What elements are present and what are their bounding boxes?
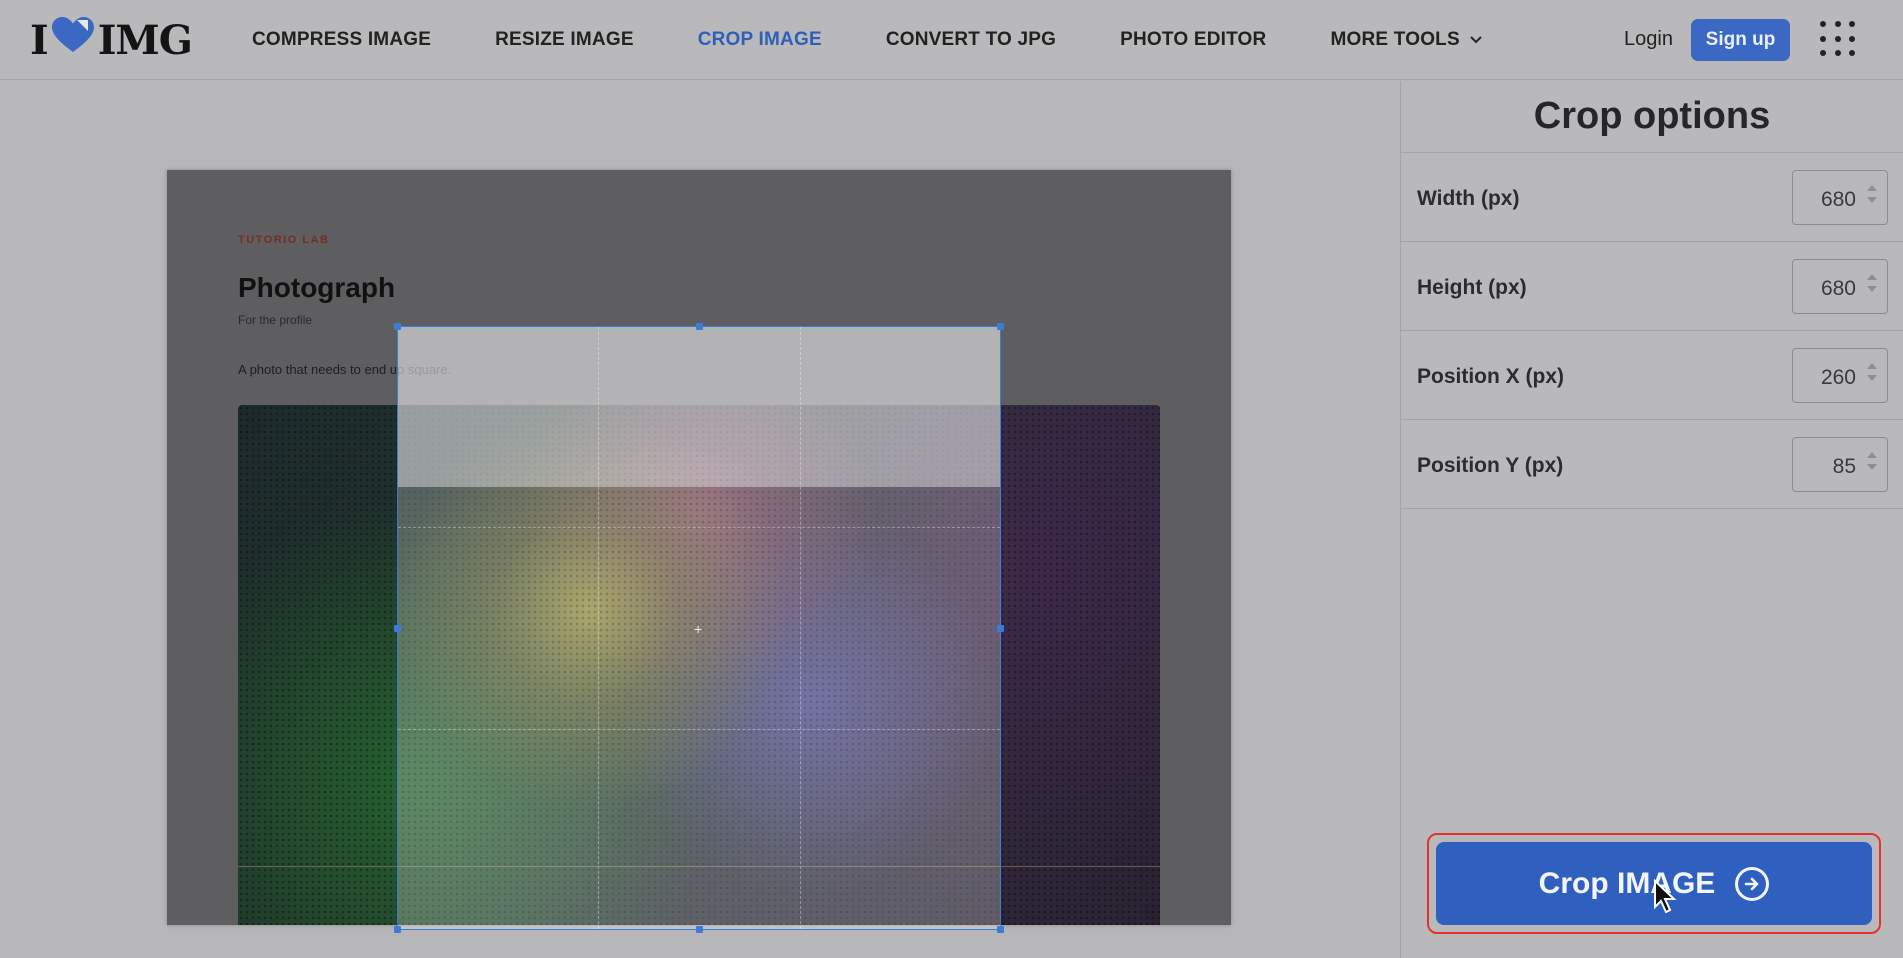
- top-header: I IMG COMPRESS IMAGE RESIZE IMAGE CROP I…: [0, 0, 1903, 80]
- crop-handle-top[interactable]: [696, 323, 703, 330]
- crop-grid-line: [800, 327, 801, 929]
- height-label: Height (px): [1417, 276, 1527, 299]
- width-field-row: Width (px) 680: [1401, 153, 1903, 242]
- position-y-input[interactable]: 85: [1792, 437, 1888, 492]
- height-value: 680: [1820, 277, 1856, 300]
- nav-resize-image[interactable]: RESIZE IMAGE: [495, 29, 634, 51]
- document-label: TUTORIO LAB: [238, 234, 330, 246]
- position-y-value: 85: [1832, 455, 1856, 478]
- crop-handle-right[interactable]: [997, 625, 1004, 632]
- crop-selection-box[interactable]: +: [394, 323, 1004, 933]
- arrow-right-circle-icon: [1735, 866, 1770, 901]
- panel-title: Crop options: [1401, 81, 1903, 153]
- mouse-pointer-icon: [1653, 878, 1679, 920]
- heart-icon: [50, 16, 96, 64]
- crop-handle-bottom-left[interactable]: [394, 926, 401, 933]
- nav-photo-editor[interactable]: PHOTO EDITOR: [1120, 29, 1266, 51]
- crop-grid-line: [398, 527, 1000, 528]
- document-subtitle: For the profile: [238, 313, 313, 327]
- crosshair-icon: +: [694, 621, 703, 637]
- crop-image-button-label: Crop IMAGE: [1538, 866, 1716, 900]
- nav-convert-to-jpg[interactable]: CONVERT TO JPG: [886, 29, 1056, 51]
- position-y-spinner[interactable]: [1867, 452, 1877, 470]
- width-value: 680: [1820, 188, 1856, 211]
- crop-grid-line: [398, 729, 1000, 730]
- position-x-value: 260: [1820, 366, 1856, 389]
- position-y-label: Position Y (px): [1417, 454, 1564, 477]
- nav-more-tools-label: MORE TOOLS: [1330, 29, 1460, 50]
- login-link[interactable]: Login: [1624, 28, 1673, 51]
- document-title: Photograph: [238, 272, 396, 303]
- position-y-field-row: Position Y (px) 85: [1401, 420, 1903, 509]
- main-nav: COMPRESS IMAGE RESIZE IMAGE CROP IMAGE C…: [252, 0, 1546, 80]
- height-field-row: Height (px) 680: [1401, 242, 1903, 331]
- crop-handle-top-right[interactable]: [997, 323, 1004, 330]
- position-x-input[interactable]: 260: [1792, 348, 1888, 403]
- apps-grid-icon[interactable]: [1820, 21, 1858, 59]
- height-input[interactable]: 680: [1792, 259, 1888, 314]
- crop-handle-bottom[interactable]: [696, 926, 703, 933]
- crop-grid-line: [598, 327, 599, 929]
- width-label: Width (px): [1417, 187, 1520, 210]
- nav-more-tools[interactable]: MORE TOOLS: [1330, 29, 1482, 51]
- crop-options-panel: Crop options Width (px) 680 Height (px) …: [1400, 81, 1903, 958]
- position-x-label: Position X (px): [1417, 365, 1564, 388]
- position-x-field-row: Position X (px) 260: [1401, 331, 1903, 420]
- nav-crop-image[interactable]: CROP IMAGE: [698, 29, 822, 51]
- logo[interactable]: I IMG: [30, 16, 193, 64]
- crop-handle-top-left[interactable]: [394, 323, 401, 330]
- width-input[interactable]: 680: [1792, 170, 1888, 225]
- crop-overlay-top: [398, 327, 1000, 487]
- height-spinner[interactable]: [1867, 274, 1877, 292]
- chevron-down-icon: [1470, 36, 1482, 44]
- signup-button[interactable]: Sign up: [1691, 19, 1790, 61]
- nav-compress-image[interactable]: COMPRESS IMAGE: [252, 29, 431, 51]
- crop-handle-left[interactable]: [394, 625, 401, 632]
- logo-right: IMG: [97, 16, 193, 64]
- crop-handle-bottom-right[interactable]: [997, 926, 1004, 933]
- width-spinner[interactable]: [1867, 185, 1877, 203]
- logo-left: I: [30, 16, 49, 64]
- position-x-spinner[interactable]: [1867, 363, 1877, 381]
- editor-workspace: TUTORIO LAB Photograph For the profile A…: [0, 81, 1400, 958]
